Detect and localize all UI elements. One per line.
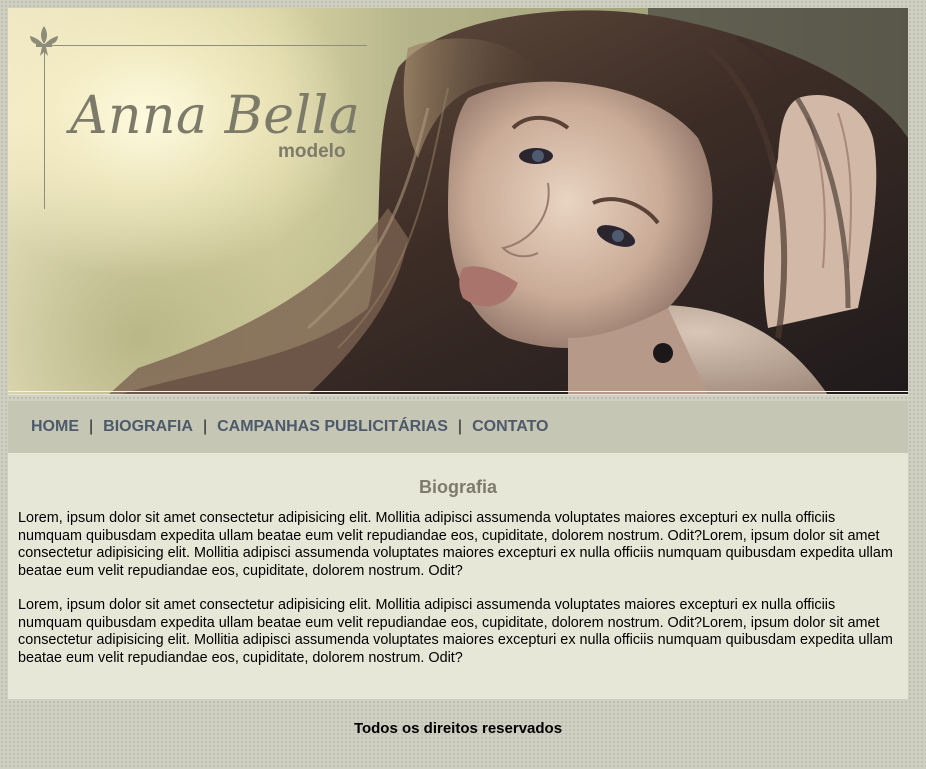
- logo-vertical-rule: [44, 45, 45, 209]
- footer-copyright: Todos os direitos reservados: [353, 720, 563, 737]
- nav-item-biografia[interactable]: BIOGRAFIA: [103, 418, 193, 436]
- logo-subtitle: modelo: [278, 141, 346, 162]
- bio-paragraph: Lorem, ipsum dolor sit amet consectetur …: [18, 510, 893, 579]
- header-banner: Anna Bella modelo: [8, 8, 908, 395]
- main-nav: HOME | BIOGRAFIA | CAMPANHAS PUBLICITÁRI…: [8, 401, 908, 453]
- nav-separator: |: [457, 418, 463, 435]
- logo-horizontal-rule: [44, 45, 367, 46]
- page-title: Biografia: [418, 477, 497, 497]
- main-content: Biografia Lorem, ipsum dolor sit amet co…: [8, 453, 908, 699]
- bio-paragraph: Lorem, ipsum dolor sit amet consectetur …: [18, 597, 893, 666]
- site-wrapper: Anna Bella modelo HOME | BIOGRAFIA | CAM…: [8, 8, 908, 737]
- nav-separator: |: [202, 418, 208, 435]
- nav-item-home[interactable]: HOME: [31, 418, 79, 436]
- nav-separator: |: [89, 418, 94, 435]
- nav-item-contato[interactable]: CONTATO: [472, 418, 548, 436]
- banner-divider: [8, 391, 908, 395]
- nav-item-campanhas[interactable]: CAMPANHAS PUBLICITÁRIAS: [217, 418, 448, 436]
- logo-title: Anna Bella: [70, 86, 361, 146]
- site-logo[interactable]: Anna Bella modelo: [26, 24, 371, 214]
